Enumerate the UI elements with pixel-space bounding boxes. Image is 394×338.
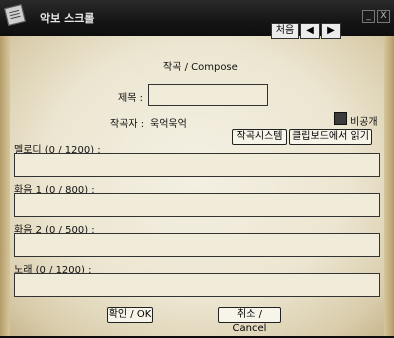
next-page-button[interactable]: ▶ (321, 23, 341, 39)
close-button[interactable]: X (377, 10, 390, 23)
compose-heading: 작곡 / Compose (163, 62, 238, 73)
melody-input[interactable] (14, 153, 380, 177)
composer-label: 작곡자 : (110, 119, 145, 130)
chord2-input[interactable] (14, 233, 380, 257)
ok-button[interactable]: 확인 / OK (107, 307, 153, 323)
parchment-left-edge (0, 36, 10, 336)
first-page-button[interactable]: 처음 (271, 23, 299, 39)
minimize-button[interactable]: _ (362, 10, 375, 23)
composer-name: 욱억욱억 (150, 119, 187, 130)
arrow-right-icon: ▶ (327, 25, 335, 36)
clipboard-read-button[interactable]: 클립보드에서 읽기 (289, 129, 372, 145)
parchment-right-edge (384, 36, 394, 336)
private-label: 비공개 (350, 117, 378, 128)
title-input[interactable] (148, 84, 268, 106)
composer-system-button[interactable]: 작곡시스템 (232, 129, 287, 145)
cancel-button[interactable]: 취소 / Cancel (218, 307, 281, 334)
scroll-app-icon (4, 4, 26, 26)
window-title: 악보 스크롤 (40, 12, 95, 25)
song-input[interactable] (14, 273, 380, 297)
private-checkbox[interactable] (334, 112, 347, 125)
title-label: 제목 : (118, 93, 143, 104)
chord1-input[interactable] (14, 193, 380, 217)
arrow-left-icon: ◀ (306, 25, 314, 36)
prev-page-button[interactable]: ◀ (300, 23, 320, 39)
